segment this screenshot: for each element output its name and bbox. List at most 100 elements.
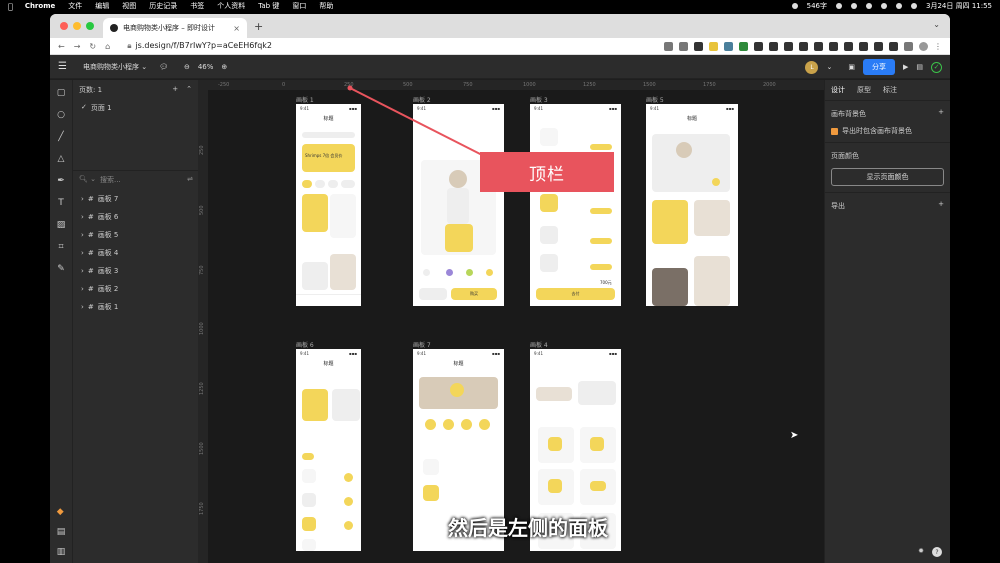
close-window-icon[interactable] [60,22,68,30]
chevron-right-icon[interactable]: › [81,303,84,311]
extension-icon[interactable] [754,41,763,51]
back-icon[interactable]: ← [58,42,65,51]
main-menu-icon[interactable]: ☰ [58,61,67,72]
pen-tool-icon[interactable]: ✒ [57,176,65,186]
layer-item[interactable]: › # 画板 1 [73,298,199,316]
layer-item[interactable]: › # 画板 7 [73,190,199,208]
word-count-status[interactable]: 546字 [807,1,827,11]
line-tool-icon[interactable]: ╱ [58,132,63,142]
gift-icon[interactable]: ▣ [848,63,855,71]
chevron-right-icon[interactable]: › [81,231,84,239]
layer-item[interactable]: › # 画板 4 [73,244,199,262]
layer-item[interactable]: › # 画板 3 [73,262,199,280]
chrome-menu-icon[interactable]: ⋮ [934,42,942,51]
extension-icon[interactable] [814,41,823,51]
minimize-window-icon[interactable] [73,22,81,30]
tab-annotate[interactable]: 标注 [883,85,897,95]
share-button[interactable]: 分享 [862,59,895,75]
extension-icon[interactable] [859,41,868,51]
search-input[interactable]: 搜索... [100,175,121,185]
design-canvas[interactable]: -250 0 250 500 750 1000 1250 1500 1750 2… [198,80,824,563]
extension-icon[interactable] [709,41,718,51]
zoom-out-icon[interactable]: ⊖ [184,63,190,71]
forward-icon[interactable]: → [74,42,81,51]
layer-item[interactable]: › # 画板 5 [73,226,199,244]
extension-icon[interactable] [694,41,703,51]
menu-item-view[interactable]: 视图 [122,1,136,11]
wifi-icon[interactable] [896,3,903,9]
user-avatar[interactable]: L [805,60,819,74]
profile-avatar-icon[interactable] [919,41,928,51]
layer-item[interactable]: › # 画板 6 [73,208,199,226]
chevron-right-icon[interactable]: › [81,285,84,293]
zoom-in-icon[interactable]: ⊕ [221,63,227,71]
comment-icon[interactable]: 💬︎ [159,63,168,71]
new-tab-icon[interactable]: + [254,20,263,33]
menu-item-history[interactable]: 历史记录 [149,1,177,11]
close-tab-icon[interactable]: × [233,24,240,33]
menu-item-tab[interactable]: Tab 键 [258,1,279,11]
layers-icon[interactable]: ◆ [57,507,66,517]
frame-tool-icon[interactable]: ▢ [57,88,66,98]
extension-icon[interactable] [724,41,733,51]
add-page-icon[interactable]: + [172,85,178,95]
polygon-tool-icon[interactable]: △ [58,154,65,164]
image-tool-icon[interactable]: ▨ [57,220,66,230]
status-icon[interactable] [791,3,798,9]
url-field[interactable]: 🔒︎ js.design/f/B7rIwY?p=aCeEH6fqk2 [127,41,272,51]
extension-icon[interactable] [739,41,748,51]
wechat-icon[interactable] [851,3,858,9]
menu-item-bookmarks[interactable]: 书签 [190,1,204,11]
brush-tool-icon[interactable]: ✎ [57,264,65,274]
chevron-right-icon[interactable]: › [81,267,84,275]
mic-icon[interactable] [836,3,843,9]
assets-icon[interactable]: ▤ [57,527,66,537]
show-page-color-button[interactable]: 显示页面颜色 [831,168,944,186]
extension-icon[interactable] [874,41,883,51]
extension-icon[interactable] [829,41,838,51]
menu-item-profile[interactable]: 个人资料 [217,1,245,11]
menu-app-name[interactable]: Chrome [25,2,55,10]
extension-icon[interactable] [799,41,808,51]
play-icon[interactable]: ▶ [903,63,908,71]
saved-check-icon[interactable]: ✓ [931,61,942,73]
avatar-dropdown-icon[interactable]: ⌄ [826,63,832,71]
layer-item[interactable]: › # 画板 2 [73,280,199,298]
page-item[interactable]: ✓ 页面 1 [73,100,198,116]
checkbox-icon[interactable] [831,127,838,135]
extension-icon[interactable] [784,41,793,51]
bookmark-star-icon[interactable] [679,41,688,51]
maximize-window-icon[interactable] [86,22,94,30]
battery-icon[interactable] [881,3,888,9]
menu-item-window[interactable]: 窗口 [292,1,306,11]
home-icon[interactable]: ⌂ [105,42,110,51]
share-page-icon[interactable] [664,41,673,51]
zoom-level[interactable]: 46% [198,63,214,71]
text-tool-icon[interactable]: T [58,198,64,208]
collapse-icon[interactable]: ⌃ [186,85,192,95]
extension-icon[interactable] [889,41,898,51]
reload-icon[interactable]: ↻ [89,42,96,51]
cloud-icon[interactable] [866,3,873,9]
tab-menu-icon[interactable]: ⌄ [933,20,940,29]
menu-item-help[interactable]: 帮助 [319,1,333,11]
tab-design[interactable]: 设计 [831,85,845,95]
extension-icon[interactable] [844,41,853,51]
browser-tab[interactable]: 电商购物类小程序 – 即时设计 × [103,18,247,38]
library-icon[interactable]: ▥ [57,547,66,557]
extension-icon[interactable] [769,41,778,51]
menu-item-file[interactable]: 文件 [68,1,82,11]
chevron-right-icon[interactable]: › [81,195,84,203]
puzzle-extensions-icon[interactable] [904,41,913,51]
add-export-icon[interactable]: + [938,200,944,208]
menu-item-edit[interactable]: 编辑 [95,1,109,11]
brightness-icon[interactable]: ✹ [918,547,924,557]
add-icon[interactable]: + [938,108,944,116]
project-name-dropdown[interactable]: 电商购物类小程序 ⌄ [83,62,147,72]
search-icon[interactable] [911,3,918,9]
crop-tool-icon[interactable]: ⌗ [58,242,63,252]
chevron-right-icon[interactable]: › [81,249,84,257]
ellipse-tool-icon[interactable]: ○ [57,110,65,120]
datetime[interactable]: 3月24日 周四 11:55 [926,1,992,11]
layer-search[interactable]: 🔍︎ ⌄ 搜索... ⇌ [73,170,199,189]
